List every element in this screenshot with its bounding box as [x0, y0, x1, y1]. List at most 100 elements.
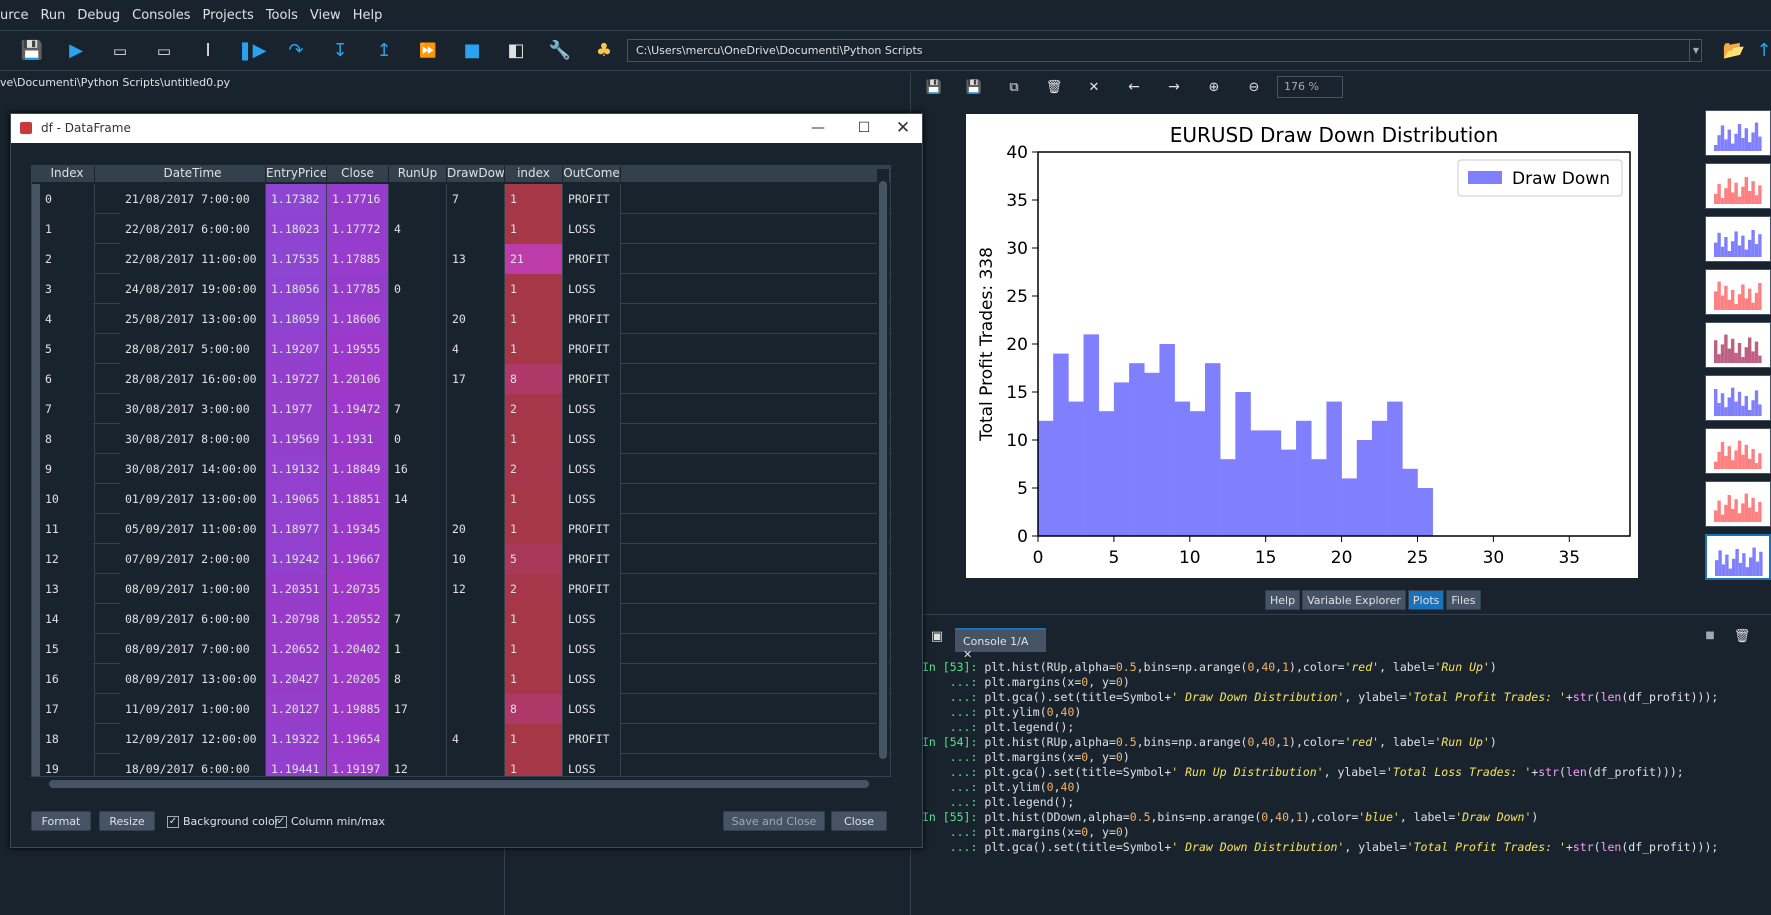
table-cell[interactable]: 1.19555: [327, 334, 389, 364]
table-cell[interactable]: 1.18849: [327, 454, 389, 484]
debug-icon[interactable]: ❚▶: [238, 39, 267, 63]
save-plot-icon[interactable]: 💾: [922, 75, 946, 99]
table-cell[interactable]: 1.19472: [327, 394, 389, 424]
table-cell[interactable]: 1.17772: [327, 214, 389, 244]
row-handle[interactable]: [32, 244, 40, 274]
table-cell[interactable]: 1.18056: [266, 274, 327, 304]
table-cell[interactable]: 4: [389, 214, 447, 244]
table-row[interactable]: 11 05/09/2017 11:00:00 1.18977 1.19345 20 1 PR…: [32, 514, 890, 544]
working-directory-input[interactable]: C:\Users\mercu\OneDrive\Documenti\Python…: [627, 39, 1702, 62]
row-handle[interactable]: [32, 454, 40, 484]
table-cell[interactable]: 1.20552: [327, 604, 389, 634]
table-cell[interactable]: LOSS: [563, 454, 621, 484]
plot-thumbnail[interactable]: [1705, 375, 1771, 421]
row-handle[interactable]: [32, 364, 40, 394]
run-icon[interactable]: ▶: [64, 39, 88, 63]
table-cell[interactable]: 1.19322: [266, 724, 327, 754]
table-cell[interactable]: 19: [40, 754, 95, 776]
table-cell[interactable]: [389, 544, 447, 574]
table-cell[interactable]: 20: [447, 514, 505, 544]
table-cell[interactable]: 10: [40, 484, 95, 514]
preferences-icon[interactable]: 🔧: [548, 39, 572, 63]
table-cell[interactable]: 08/09/2017 13:00:00: [120, 664, 266, 694]
table-cell[interactable]: PROFIT: [563, 724, 621, 754]
tab-files[interactable]: Files: [1446, 590, 1481, 610]
row-handle[interactable]: [32, 214, 40, 244]
table-cell[interactable]: 1: [505, 484, 563, 514]
parent-folder-icon[interactable]: ↑: [1752, 39, 1771, 63]
table-cell[interactable]: 1: [40, 214, 95, 244]
table-cell[interactable]: LOSS: [563, 214, 621, 244]
table-cell[interactable]: [389, 514, 447, 544]
copy-icon[interactable]: ⧉: [1002, 75, 1026, 99]
browse-folder-icon[interactable]: 📂: [1722, 39, 1746, 63]
table-row[interactable]: 8 30/08/2017 8:00:00 1.19569 1.1931 0 1 LOSS: [32, 424, 890, 454]
table-row[interactable]: 4 25/08/2017 13:00:00 1.18059 1.18606 20 1 PRO…: [32, 304, 890, 334]
table-cell[interactable]: 13: [447, 244, 505, 274]
row-handle[interactable]: [32, 634, 40, 664]
table-cell[interactable]: 08/09/2017 1:00:00: [120, 574, 266, 604]
table-cell[interactable]: 1.20798: [266, 604, 327, 634]
save-all-icon[interactable]: 💾: [20, 39, 44, 63]
menu-help[interactable]: Help: [347, 8, 389, 23]
table-cell[interactable]: 0: [389, 274, 447, 304]
table-cell[interactable]: 14: [389, 484, 447, 514]
row-handle[interactable]: [32, 184, 40, 214]
table-cell[interactable]: 2: [40, 244, 95, 274]
table-cell[interactable]: LOSS: [563, 694, 621, 724]
table-cell[interactable]: 1: [505, 184, 563, 214]
table-cell[interactable]: 1.18977: [266, 514, 327, 544]
table-cell[interactable]: 1.20427: [266, 664, 327, 694]
table-row[interactable]: 5 28/08/2017 5:00:00 1.19207 1.19555 4 1 PROFI…: [32, 334, 890, 364]
table-cell[interactable]: 1.20652: [266, 634, 327, 664]
table-row[interactable]: 2 22/08/2017 11:00:00 1.17535 1.17885 13 21 PR…: [32, 244, 890, 274]
column-header[interactable]: index: [505, 166, 563, 182]
save-and-close-button[interactable]: Save and Close: [723, 811, 825, 831]
table-cell[interactable]: 1.19065: [266, 484, 327, 514]
table-cell[interactable]: 8: [505, 364, 563, 394]
table-cell[interactable]: 1.18606: [327, 304, 389, 334]
table-cell[interactable]: 1.19207: [266, 334, 327, 364]
table-cell[interactable]: 8: [505, 694, 563, 724]
table-cell[interactable]: LOSS: [563, 274, 621, 304]
table-row[interactable]: 10 01/09/2017 13:00:00 1.19065 1.18851 14 1 LO…: [32, 484, 890, 514]
format-button[interactable]: Format: [31, 811, 91, 831]
table-cell[interactable]: 12: [447, 574, 505, 604]
scrollbar-thumb[interactable]: [49, 780, 869, 788]
table-cell[interactable]: 12: [389, 754, 447, 776]
tab-help[interactable]: Help: [1265, 590, 1301, 610]
table-row[interactable]: 16 08/09/2017 13:00:00 1.20427 1.20205 8 1 LOS…: [32, 664, 890, 694]
table-cell[interactable]: 10: [447, 544, 505, 574]
table-cell[interactable]: [389, 334, 447, 364]
table-cell[interactable]: 30/08/2017 14:00:00: [120, 454, 266, 484]
row-handle[interactable]: [32, 604, 40, 634]
table-cell[interactable]: 21: [505, 244, 563, 274]
console-output[interactable]: In [53]: plt.hist(RUp,alpha=0.5,bins=np.…: [922, 660, 1771, 915]
next-icon[interactable]: →: [1162, 75, 1186, 99]
table-cell[interactable]: 1.17885: [327, 244, 389, 274]
table-cell[interactable]: 05/09/2017 11:00:00: [120, 514, 266, 544]
table-cell[interactable]: 18/09/2017 6:00:00: [120, 754, 266, 776]
continue-icon[interactable]: ⏩: [416, 39, 440, 63]
menu-projects[interactable]: Projects: [197, 8, 260, 23]
table-row[interactable]: 17 11/09/2017 1:00:00 1.20127 1.19885 17 8 LOS…: [32, 694, 890, 724]
table-cell[interactable]: 6: [40, 364, 95, 394]
table-row[interactable]: 15 08/09/2017 7:00:00 1.20652 1.20402 1 1 LOSS: [32, 634, 890, 664]
table-cell[interactable]: [447, 424, 505, 454]
table-cell[interactable]: PROFIT: [563, 244, 621, 274]
zoom-out-icon[interactable]: ⊖: [1242, 75, 1266, 99]
table-cell[interactable]: 11/09/2017 1:00:00: [120, 694, 266, 724]
step-return-icon[interactable]: ↥: [372, 39, 396, 63]
table-cell[interactable]: 7: [389, 394, 447, 424]
table-cell[interactable]: 1: [505, 604, 563, 634]
row-handle[interactable]: [32, 274, 40, 304]
table-cell[interactable]: 2: [505, 574, 563, 604]
column-header[interactable]: Close: [327, 166, 389, 182]
table-cell[interactable]: 28/08/2017 5:00:00: [120, 334, 266, 364]
row-handle[interactable]: [32, 424, 40, 454]
table-cell[interactable]: 1.19345: [327, 514, 389, 544]
table-cell[interactable]: PROFIT: [563, 364, 621, 394]
close-all-icon[interactable]: ✕: [1082, 75, 1106, 99]
table-cell[interactable]: 07/09/2017 2:00:00: [120, 544, 266, 574]
close-icon[interactable]: ✕: [888, 117, 918, 139]
